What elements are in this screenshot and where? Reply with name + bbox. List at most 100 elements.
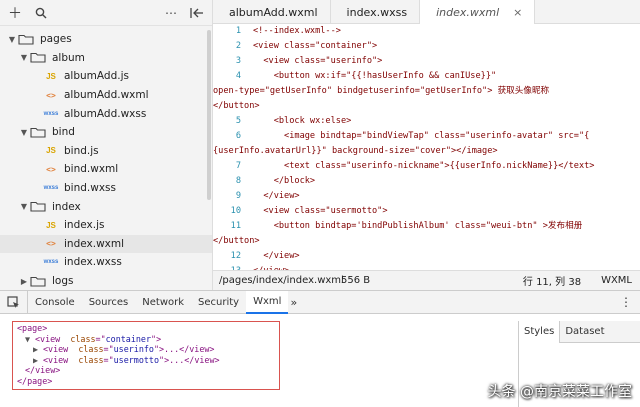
tree-item-label: pages: [40, 33, 72, 46]
search-icon[interactable]: [32, 4, 50, 22]
tree-item-bind[interactable]: ▼ bind: [0, 123, 212, 142]
tree-item-index-wxss[interactable]: wxss index.wxss: [0, 253, 212, 272]
cursor-position[interactable]: 行 11, 列 38: [523, 273, 581, 288]
dom-node[interactable]: </page>: [17, 376, 275, 387]
devtools-tab-network[interactable]: Network: [135, 291, 191, 314]
devtools-tab-wxml[interactable]: Wxml: [246, 290, 289, 314]
chevron-down-icon[interactable]: ▼: [18, 53, 30, 62]
sidebar-scrollbar[interactable]: [207, 30, 211, 200]
tree-item-label: index.wxml: [64, 237, 125, 250]
tree-item-albumadd-wxml[interactable]: <> albumAdd.wxml: [0, 86, 212, 105]
dom-tag: view: [48, 344, 69, 355]
tree-item-pages[interactable]: ▼ pages: [0, 30, 212, 49]
code-text: </view>: [253, 191, 300, 201]
expand-right-icon[interactable]: ▶: [33, 344, 43, 355]
side-tab-styles[interactable]: Styles: [519, 320, 561, 343]
dom-node[interactable]: ▼ <view class="container">: [17, 334, 275, 345]
dom-node[interactable]: ▶ <view class="usermotto">...</view>: [17, 355, 275, 366]
wxml-file-icon: <>: [46, 90, 56, 100]
dom-attr-value: userinfo: [113, 344, 154, 355]
line-number: 3: [235, 56, 241, 66]
js-file-icon: JS: [46, 71, 56, 81]
code-text: </view>: [253, 251, 300, 261]
tree-item-bind-js[interactable]: JS bind.js: [0, 142, 212, 161]
tree-item-index[interactable]: ▼ index: [0, 197, 212, 216]
dom-attr-value: usermotto: [113, 354, 160, 365]
tree-item-label: index.wxss: [64, 256, 122, 269]
tree-item-label: albumAdd.js: [64, 70, 129, 83]
tab-label: index.wxml: [436, 5, 500, 19]
folder-icon: [18, 34, 34, 45]
tree-item-label: bind.wxss: [64, 182, 116, 195]
inspect-element-icon[interactable]: [0, 290, 28, 314]
watermark: 头条 @南京菜菜工作室: [487, 384, 632, 400]
dom-node[interactable]: </view>: [17, 365, 275, 376]
dom-node[interactable]: ▶ <view class="userinfo">...</view>: [17, 344, 275, 355]
tab-label: albumAdd.wxml: [229, 5, 318, 19]
code-text: open-type="getUserInfo" bindgetuserinfo=…: [213, 86, 550, 96]
line-number: 5: [235, 116, 241, 126]
tree-item-label: bind.wxml: [64, 163, 119, 176]
code-line: 12 </view>: [213, 249, 640, 264]
tab-index-wxml[interactable]: index.wxml ×: [420, 0, 536, 24]
code-text: <text class="userinfo-nickname">{{userIn…: [253, 161, 595, 171]
tree-item-albumadd-js[interactable]: JS albumAdd.js: [0, 67, 212, 86]
folder-icon: [30, 52, 46, 63]
code-text: <view class="container">: [253, 41, 378, 51]
dom-node[interactable]: <page>: [17, 323, 275, 334]
tree-item-index-js[interactable]: JS index.js: [0, 216, 212, 235]
code-editor: albumAdd.wxml index.wxss index.wxml × 1 <!--…: [213, 0, 640, 290]
code-line: 0</button>: [213, 99, 640, 114]
devtools-menu-icon[interactable]: ⋮: [620, 295, 632, 309]
chevron-right-icon[interactable]: ▶: [18, 277, 30, 286]
devtools-tab-security[interactable]: Security: [191, 291, 246, 314]
dom-attr: class: [78, 344, 104, 355]
wxss-file-icon: wxss: [43, 185, 59, 192]
file-explorer: ＋ ⋯ ▼ pages ▼ album JS albumAdd.js <> albumAdd.…: [0, 0, 213, 290]
tab-albumadd-wxml[interactable]: albumAdd.wxml: [213, 0, 331, 24]
wxml-file-icon: <>: [46, 164, 56, 174]
expand-right-icon[interactable]: ▶: [33, 355, 43, 366]
tree-item-bind-wxml[interactable]: <> bind.wxml: [0, 160, 212, 179]
code-line: 4 <button wx:if="{{!hasUserInfo && canIU…: [213, 69, 640, 84]
dom-tail: >...</view>: [164, 354, 220, 365]
devtools-tab-sources[interactable]: Sources: [82, 291, 136, 314]
tree-item-bind-wxss[interactable]: wxss bind.wxss: [0, 179, 212, 198]
devtools-tab-console[interactable]: Console: [28, 291, 82, 314]
chevron-down-icon[interactable]: ▼: [18, 202, 30, 211]
line-number: 12: [230, 251, 241, 261]
file-size: 556 B: [341, 275, 371, 286]
dom-attr: class: [70, 333, 96, 344]
dom-tail: >: [156, 333, 162, 344]
chevron-down-icon[interactable]: ▼: [6, 35, 18, 44]
code-line: 11 <button bindtap='bindPublishAlbum' cl…: [213, 219, 640, 234]
js-file-icon: JS: [46, 146, 56, 156]
tree-item-albumadd-wxss[interactable]: wxss albumAdd.wxss: [0, 104, 212, 123]
tree-item-logs[interactable]: ▶ logs: [0, 272, 212, 291]
chevron-down-icon[interactable]: ▼: [18, 128, 30, 137]
tree-item-index-wxml[interactable]: <> index.wxml: [0, 234, 212, 254]
side-tab-dataset[interactable]: Dataset: [560, 321, 609, 343]
tab-index-wxss[interactable]: index.wxss: [331, 0, 421, 24]
tree-item-label: albumAdd.wxml: [64, 89, 149, 102]
code-text: <button wx:if="{{!hasUserInfo && canIUse…: [253, 71, 497, 81]
add-icon[interactable]: ＋: [6, 4, 24, 22]
tree-item-album[interactable]: ▼ album: [0, 49, 212, 68]
dom-tag: </view>: [25, 365, 61, 376]
line-number: 6: [235, 131, 241, 141]
language-mode[interactable]: WXML: [601, 275, 632, 286]
code-text: </block>: [253, 176, 316, 186]
more-icon[interactable]: ⋯: [162, 4, 180, 22]
editor-tabs: albumAdd.wxml index.wxss index.wxml ×: [213, 0, 640, 24]
more-tabs-icon[interactable]: »: [290, 296, 297, 309]
wxml-dom-tree[interactable]: <page> ▼ <view class="container"> ▶ <view cl…: [12, 321, 280, 390]
code-text: <!--index.wxml-->: [253, 26, 341, 36]
code-area[interactable]: 1 <!--index.wxml--> 2 <view class="containe…: [213, 24, 640, 270]
collapse-panel-icon[interactable]: [188, 4, 206, 22]
line-number: 7: [235, 161, 241, 171]
expand-down-icon[interactable]: ▼: [25, 334, 35, 345]
close-icon[interactable]: ×: [513, 6, 522, 19]
line-number: 8: [235, 176, 241, 186]
code-line: 9 </view>: [213, 189, 640, 204]
code-line: 6 <image bindtap="bindViewTap" class="us…: [213, 129, 640, 144]
